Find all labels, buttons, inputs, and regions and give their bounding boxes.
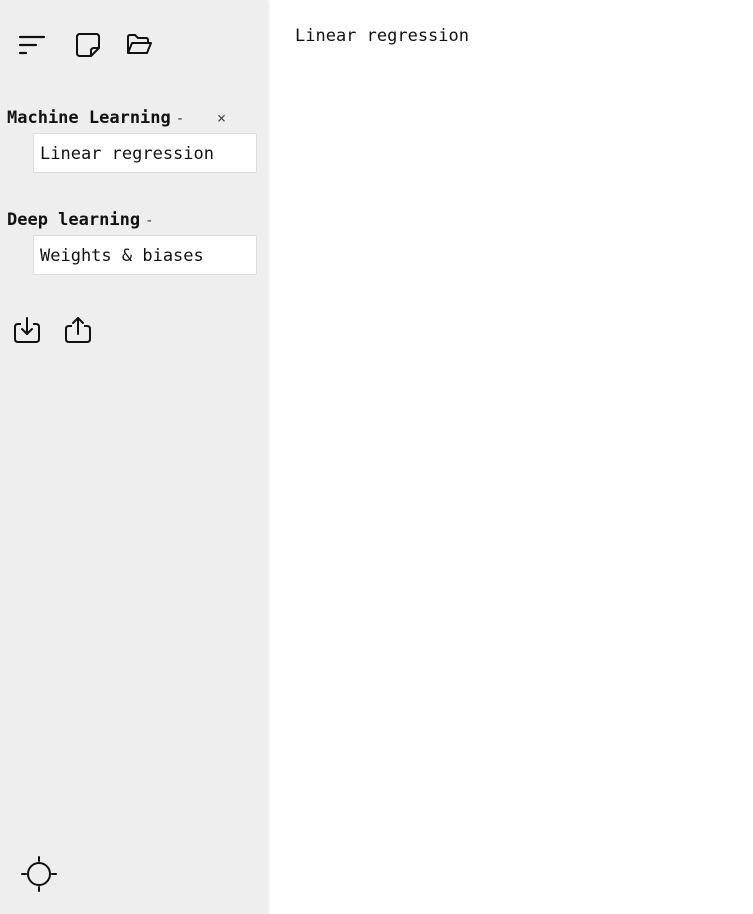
open-folder-button[interactable] [124, 30, 154, 60]
theme-toggle-button[interactable] [21, 856, 57, 892]
editor-content[interactable]: Linear regression [295, 25, 469, 47]
delete-folder-button[interactable]: × [217, 107, 226, 129]
new-note-icon [74, 31, 102, 59]
export-button[interactable] [63, 315, 93, 345]
note-item-weights-biases[interactable]: Weights & biases [33, 235, 257, 275]
import-button[interactable] [12, 315, 42, 345]
folder-name[interactable]: Deep learning [7, 210, 140, 230]
import-icon [12, 315, 42, 345]
sun-icon [21, 856, 57, 892]
new-note-button[interactable] [73, 30, 103, 60]
export-icon [63, 315, 93, 345]
editor-pane[interactable]: Linear regression [270, 0, 753, 914]
collapse-button[interactable]: - [176, 111, 184, 127]
collapse-button[interactable]: - [145, 213, 153, 229]
note-item-linear-regression[interactable]: Linear regression [33, 133, 257, 173]
open-folder-icon [125, 31, 153, 59]
sidebar: Machine Learning - × Linear regression De… [0, 0, 268, 914]
folder-header: Deep learning - [7, 209, 267, 231]
sort-lines-icon [18, 31, 46, 59]
folder-name[interactable]: Machine Learning [7, 108, 171, 128]
folder-header: Machine Learning - × [7, 107, 267, 129]
folder-deep-learning: Deep learning - Weights & biases [7, 209, 267, 275]
sort-button[interactable] [17, 30, 47, 60]
app-window: Machine Learning - × Linear regression De… [0, 0, 753, 914]
folder-machine-learning: Machine Learning - × Linear regression [7, 107, 267, 173]
